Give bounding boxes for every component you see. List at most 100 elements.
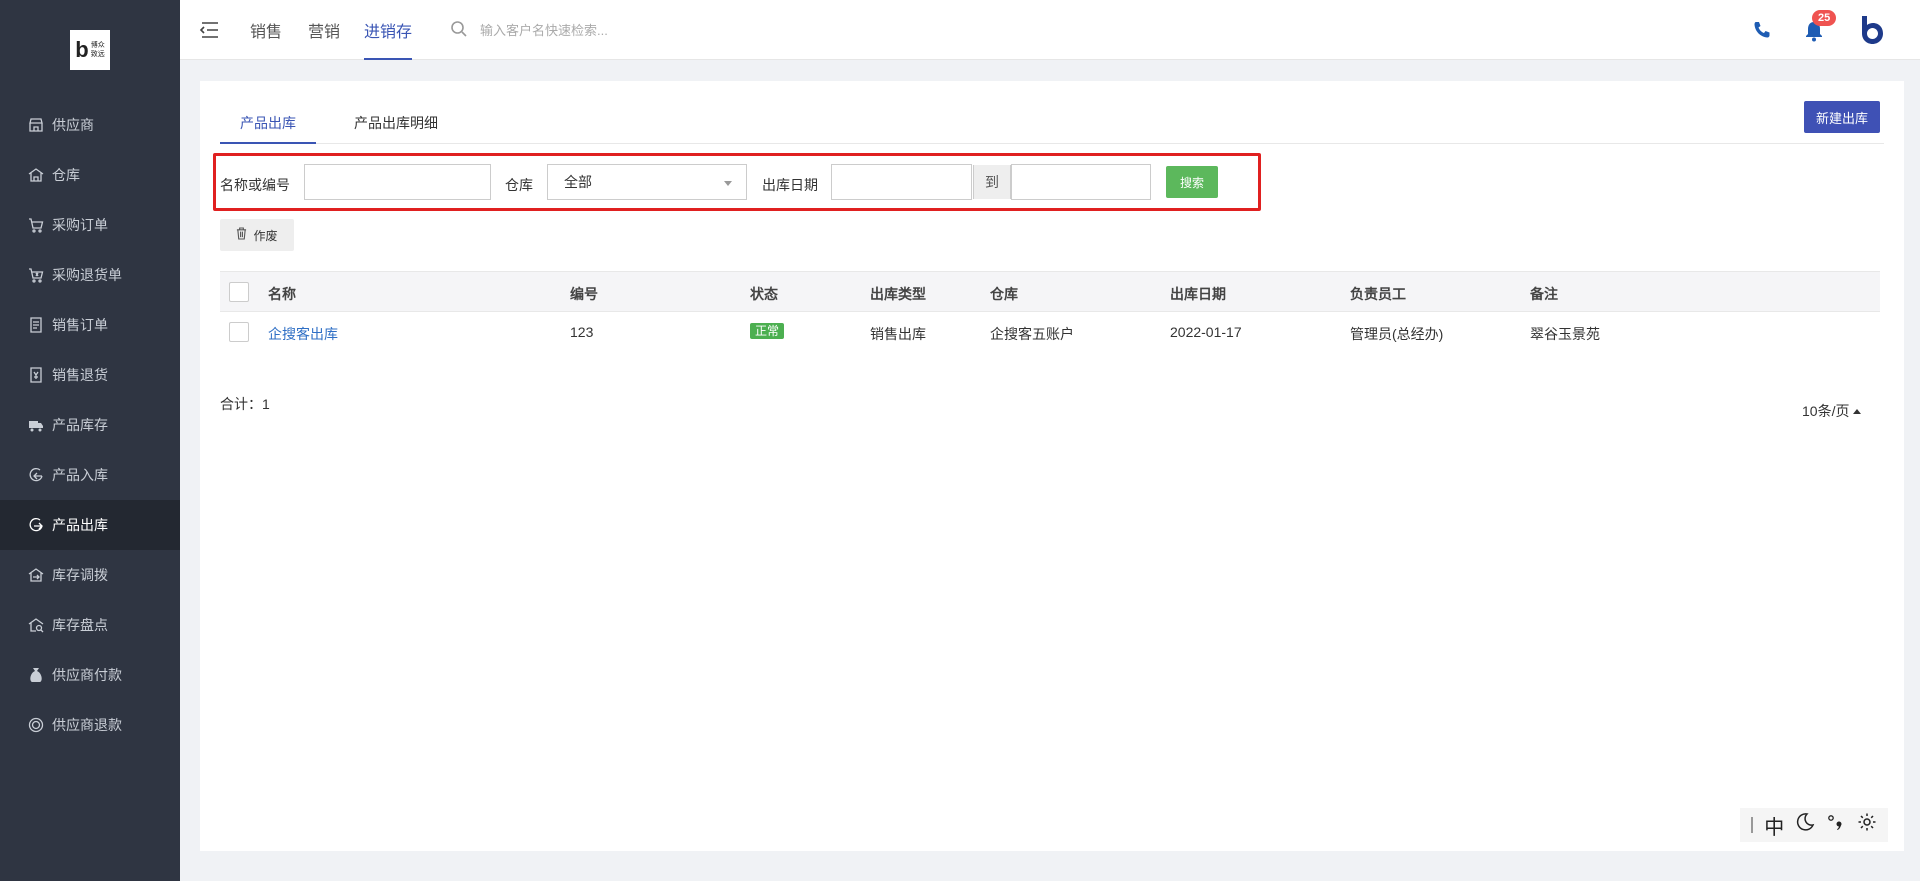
sidebar-item-label: 产品入库: [52, 467, 108, 483]
row-checkbox[interactable]: [229, 322, 249, 342]
sidebar-item-label: 供应商退款: [52, 717, 122, 733]
column-header-staff[interactable]: 负责员工: [1350, 284, 1406, 304]
tab-product-outbound[interactable]: 产品出库: [220, 113, 316, 144]
top-tab-sales[interactable]: 销售: [250, 18, 282, 60]
total-count: 合计：1: [220, 394, 270, 414]
warehouse-select-value: 全部: [564, 174, 592, 190]
brand-logo-icon[interactable]: [1856, 14, 1888, 46]
company-logo[interactable]: b 博众致远: [70, 30, 110, 70]
column-header-warehouse[interactable]: 仓库: [990, 284, 1018, 304]
row-remark: 翠谷玉景苑: [1530, 326, 1600, 342]
column-header-date[interactable]: 出库日期: [1170, 284, 1226, 304]
sidebar-item-purchase-return[interactable]: 采购退货单: [0, 250, 180, 300]
customer-search-input[interactable]: [478, 18, 678, 42]
sidebar: b 博众 致远 供应商 仓库 采购订单 采购退货单 销售订单 销售退货 产品库存 …: [0, 0, 180, 881]
cart-icon: [28, 217, 44, 233]
column-header-status[interactable]: 状态: [750, 284, 778, 304]
column-header-name[interactable]: 名称: [268, 284, 296, 304]
sidebar-item-stock-transfer[interactable]: 库存调拨: [0, 550, 180, 600]
sidebar-item-product-stock[interactable]: 产品库存: [0, 400, 180, 450]
page-size-label: 10条/页: [1802, 403, 1850, 419]
sidebar-item-supplier-refund[interactable]: 供应商退款: [0, 700, 180, 750]
chevron-down-icon: [724, 181, 732, 186]
void-button-label: 作废: [253, 228, 278, 243]
sidebar-item-label: 销售订单: [52, 317, 108, 333]
outbound-icon: [28, 517, 44, 533]
sidebar-item-label: 销售退货: [52, 367, 108, 383]
sidebar-item-label: 库存调拨: [52, 567, 108, 583]
column-header-remark[interactable]: 备注: [1530, 284, 1558, 304]
sidebar-item-label: 供应商: [52, 117, 94, 133]
total-label: 合计：: [220, 396, 262, 412]
void-button[interactable]: 作废: [220, 219, 294, 251]
table-row: 企搜客出库 123 正常 销售出库 企搜客五账户 2022-01-17 管理员(…: [220, 312, 1880, 352]
row-date: 2022-01-17: [1170, 324, 1242, 340]
sidebar-item-label: 产品库存: [52, 417, 108, 433]
ime-toolbar: 中: [1740, 808, 1888, 842]
sidebar-item-product-outbound[interactable]: 产品出库: [0, 500, 180, 550]
date-filter-label: 出库日期: [762, 177, 818, 193]
sidebar-item-purchase-order[interactable]: 采购订单: [0, 200, 180, 250]
money-bag-icon: [28, 667, 44, 683]
gear-icon[interactable]: [1857, 812, 1877, 838]
name-or-code-input[interactable]: [304, 164, 491, 200]
sidebar-item-supplier-payment[interactable]: 供应商付款: [0, 650, 180, 700]
sidebar-item-product-inbound[interactable]: 产品入库: [0, 450, 180, 500]
transfer-icon: [28, 567, 44, 583]
sidebar-item-supplier[interactable]: 供应商: [0, 100, 180, 150]
top-tab-inventory[interactable]: 进销存: [364, 18, 413, 60]
sidebar-item-sales-return[interactable]: 销售退货: [0, 350, 180, 400]
chevron-up-icon: [1853, 408, 1862, 414]
truck-icon: [28, 417, 44, 433]
column-header-code[interactable]: 编号: [570, 284, 598, 304]
receipt-return-icon: [28, 367, 44, 383]
trash-icon: [236, 227, 247, 243]
page-size-selector[interactable]: 10条/页: [1802, 401, 1862, 421]
row-name-link[interactable]: 企搜客出库: [268, 324, 338, 344]
menu-collapse-icon[interactable]: [198, 20, 220, 40]
logo-line1: 博众: [90, 42, 105, 49]
top-tab-marketing[interactable]: 营销: [308, 18, 340, 60]
cart-return-icon: [28, 267, 44, 283]
sidebar-item-sales-order[interactable]: 销售订单: [0, 300, 180, 350]
search-icon: [450, 20, 468, 38]
punctuation-icon[interactable]: [1826, 812, 1846, 838]
inventory-check-icon: [28, 617, 44, 633]
inbound-icon: [28, 467, 44, 483]
top-bar: 销售 营销 进销存 25: [180, 0, 1920, 60]
phone-icon[interactable]: [1752, 20, 1772, 40]
store-icon: [28, 117, 44, 133]
ime-drag-handle[interactable]: [1751, 817, 1754, 833]
row-code: 123: [570, 324, 594, 340]
date-range-separator: 到: [973, 165, 1011, 199]
ime-language-toggle[interactable]: 中: [1764, 811, 1784, 840]
new-outbound-button[interactable]: 新建出库: [1804, 101, 1880, 133]
row-warehouse: 企搜客五账户: [990, 326, 1074, 342]
logo-line2: 致远: [90, 51, 105, 58]
status-badge: 正常: [750, 323, 785, 339]
date-to-input[interactable]: [1011, 164, 1151, 200]
sidebar-item-label: 库存盘点: [52, 617, 108, 633]
notification-badge: 25: [1812, 10, 1837, 26]
table-header: 名称 编号 状态 出库类型 仓库 出库日期 负责员工 备注: [220, 271, 1880, 312]
tab-product-outbound-detail[interactable]: 产品出库明细: [334, 113, 458, 144]
sidebar-item-label: 采购退货单: [52, 267, 122, 283]
sidebar-item-label: 仓库: [52, 167, 80, 183]
warehouse-select[interactable]: 全部: [547, 164, 747, 200]
row-status: 正常: [750, 322, 785, 339]
total-value: 1: [262, 396, 270, 412]
column-header-type[interactable]: 出库类型: [870, 284, 926, 304]
sidebar-item-warehouse[interactable]: 仓库: [0, 150, 180, 200]
row-staff: 管理员(总经办): [1350, 326, 1444, 342]
moon-icon[interactable]: [1795, 812, 1815, 838]
date-from-input[interactable]: [831, 164, 972, 200]
name-filter-label: 名称或编号: [220, 177, 290, 193]
sidebar-item-label: 采购订单: [52, 217, 108, 233]
select-all-checkbox[interactable]: [229, 282, 249, 302]
sidebar-item-label: 产品出库: [52, 517, 108, 533]
main-panel: 产品出库 产品出库明细 新建出库 名称或编号 仓库 全部 出库日期 到 搜索 作…: [200, 81, 1904, 851]
sidebar-item-stock-check[interactable]: 库存盘点: [0, 600, 180, 650]
warehouse-icon: [28, 167, 44, 183]
search-button[interactable]: 搜索: [1166, 166, 1218, 198]
logo-letter: b: [75, 37, 89, 62]
